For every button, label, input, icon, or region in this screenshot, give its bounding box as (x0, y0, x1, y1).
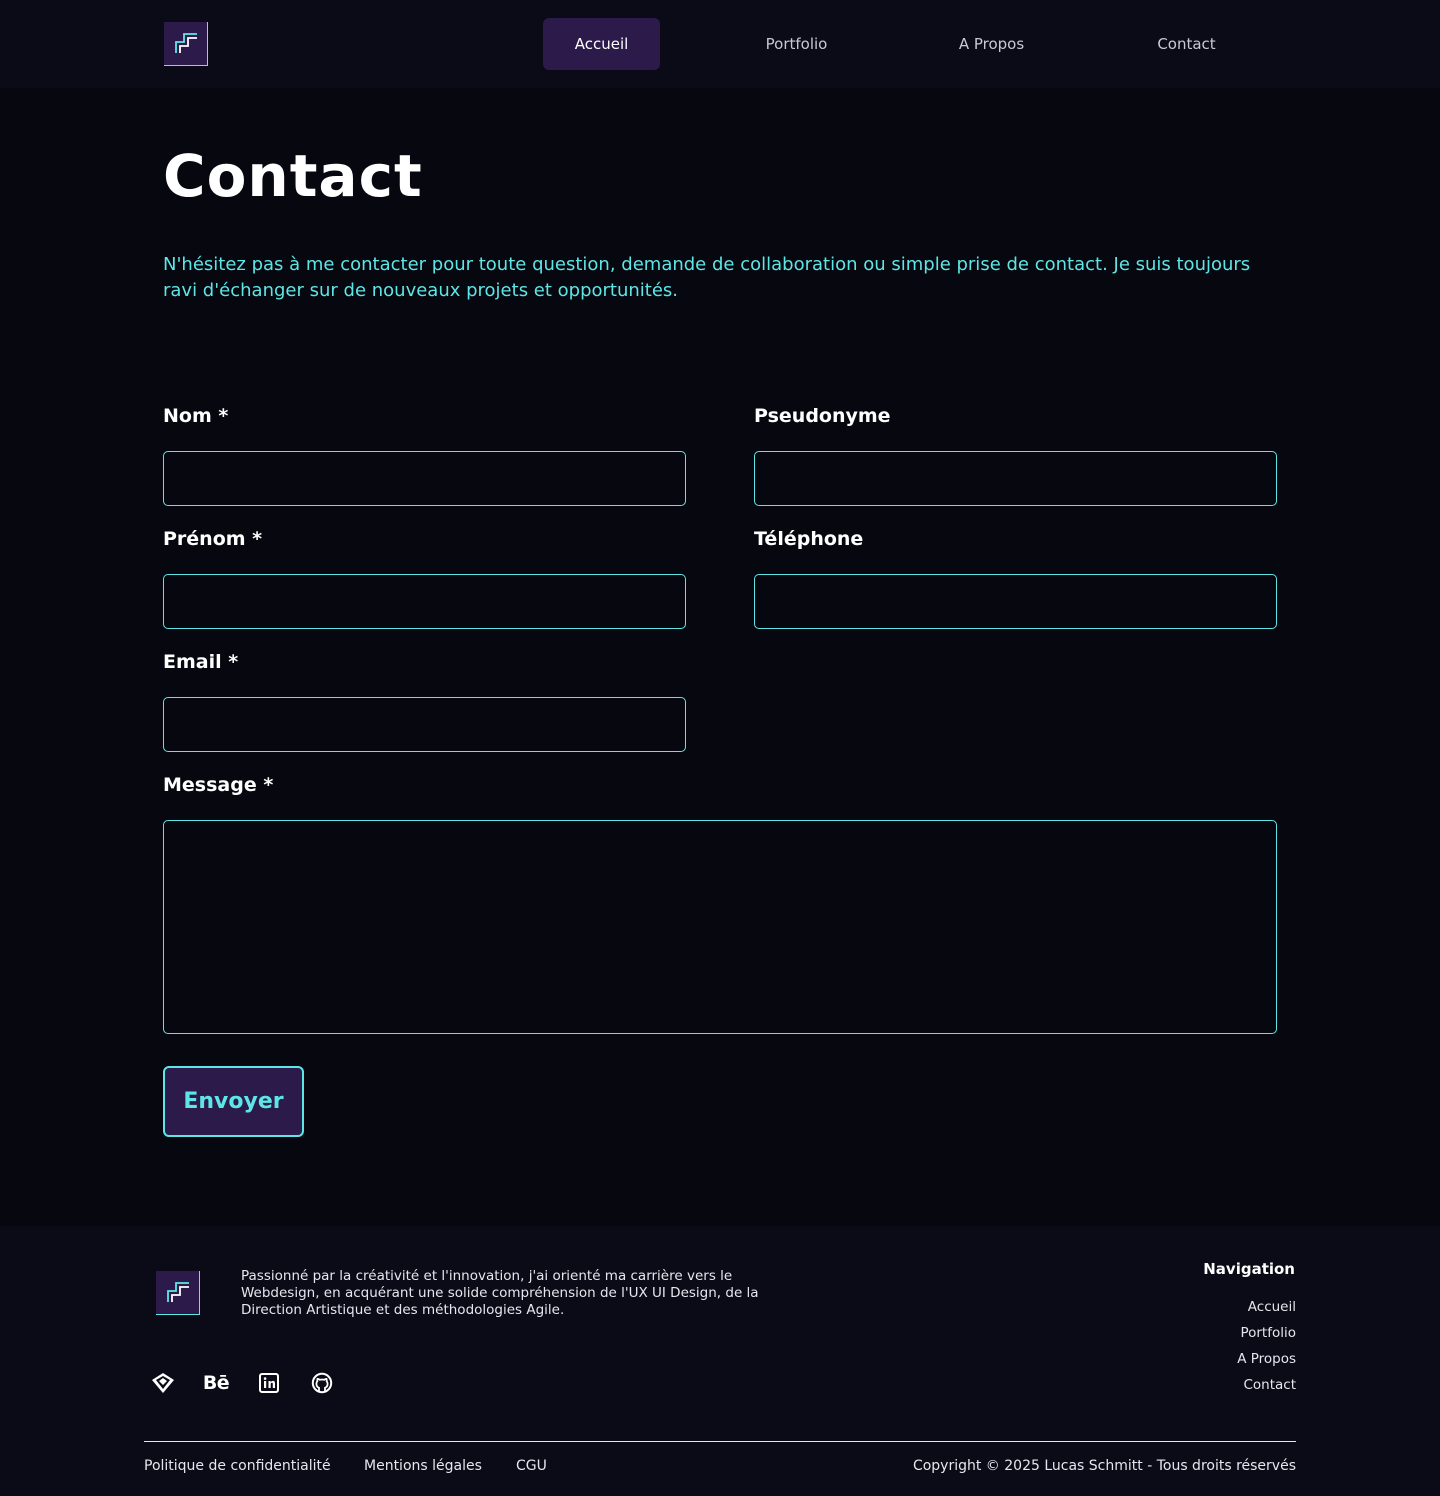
footer-nav-title: Navigation (1203, 1260, 1295, 1278)
prenom-input[interactable] (163, 574, 686, 629)
intro-text: N'hésitez pas à me contacter pour toute … (163, 254, 1251, 301)
nav-a-propos[interactable]: A Propos (933, 18, 1050, 70)
site-footer: Passionné par la créativité et l'innovat… (0, 1226, 1440, 1496)
telephone-input[interactable] (754, 574, 1277, 629)
email-input[interactable] (163, 697, 686, 752)
site-header: Accueil Portfolio A Propos Contact (0, 0, 1440, 88)
nav-contact[interactable]: Contact (1128, 18, 1245, 70)
linkedin-icon[interactable] (256, 1370, 282, 1396)
nav-accueil[interactable]: Accueil (543, 18, 660, 70)
footer-description: Passionné par la créativité et l'innovat… (241, 1268, 759, 1318)
send-button[interactable]: Envoyer (163, 1066, 304, 1137)
footer-nav-a-propos[interactable]: A Propos (1237, 1351, 1296, 1367)
footer-nav-accueil[interactable]: Accueil (1248, 1299, 1296, 1315)
footer-nav-contact[interactable]: Contact (1243, 1377, 1296, 1393)
footer-divider (144, 1441, 1296, 1442)
page-title: Contact (163, 142, 423, 210)
dribbble-icon[interactable] (150, 1370, 176, 1396)
cgu-link[interactable]: CGU (516, 1458, 547, 1474)
nom-label: Nom * (163, 405, 229, 427)
footer-logo-icon[interactable] (156, 1271, 200, 1315)
nav-portfolio[interactable]: Portfolio (738, 18, 855, 70)
email-label: Email * (163, 651, 239, 673)
nom-input[interactable] (163, 451, 686, 506)
prenom-label: Prénom * (163, 528, 263, 550)
message-textarea[interactable] (163, 820, 1277, 1034)
privacy-policy-link[interactable]: Politique de confidentialité (144, 1458, 331, 1474)
legal-notice-link[interactable]: Mentions légales (364, 1458, 482, 1474)
telephone-label: Téléphone (754, 528, 864, 550)
copyright-text: Copyright © 2025 Lucas Schmitt - Tous dr… (912, 1458, 1296, 1474)
pseudonyme-input[interactable] (754, 451, 1277, 506)
github-icon[interactable] (309, 1370, 335, 1396)
message-label: Message * (163, 774, 274, 796)
pseudonyme-label: Pseudonyme (754, 405, 891, 427)
behance-icon[interactable]: Bē (203, 1370, 230, 1396)
footer-nav-portfolio[interactable]: Portfolio (1240, 1325, 1296, 1341)
logo-icon[interactable] (164, 22, 208, 66)
